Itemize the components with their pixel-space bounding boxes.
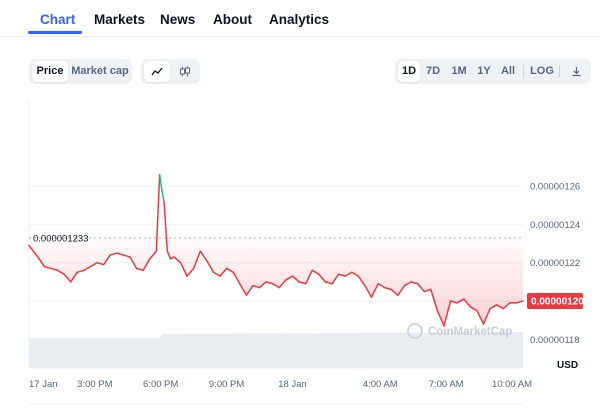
price-line-segment <box>159 181 163 191</box>
x-tick-label: 18 Jan <box>278 379 307 390</box>
y-axis: 0.000001260.000001240.000001220.00000120… <box>530 182 580 346</box>
x-tick-label: 17 Jan <box>29 379 58 390</box>
y-tick-label: 0.00000118 <box>530 335 580 346</box>
price-area-fill <box>29 237 523 326</box>
x-tick-label: 6:00 PM <box>143 379 178 390</box>
x-tick-label: 4:00 AM <box>363 379 398 390</box>
price-line-segment <box>161 189 165 203</box>
y-tick-label: 0.00000124 <box>530 220 580 231</box>
current-price-label: 0.00000120 <box>531 297 584 308</box>
currency-label: USD <box>557 360 578 371</box>
x-tick-label: 3:00 PM <box>77 379 112 390</box>
x-tick-label: 7:00 AM <box>429 379 464 390</box>
y-tick-label: 0.00000122 <box>530 258 580 269</box>
watermark-text: CoinMarketCap <box>428 326 512 338</box>
price-chart[interactable]: CoinMarketCap 0.000001233 0.00000126 0.00… <box>0 0 600 408</box>
x-tick-label: 10:00 AM <box>492 379 532 390</box>
x-tick-label: 9:00 PM <box>209 379 244 390</box>
open-price-label: 0.000001233 <box>33 233 88 244</box>
current-price-marker: 0.00000120 <box>527 293 584 309</box>
y-tick-label: 0.00000126 <box>530 182 580 193</box>
x-axis: 17 Jan 3:00 PM 6:00 PM 9:00 PM 18 Jan 4:00 AM… <box>29 379 532 390</box>
